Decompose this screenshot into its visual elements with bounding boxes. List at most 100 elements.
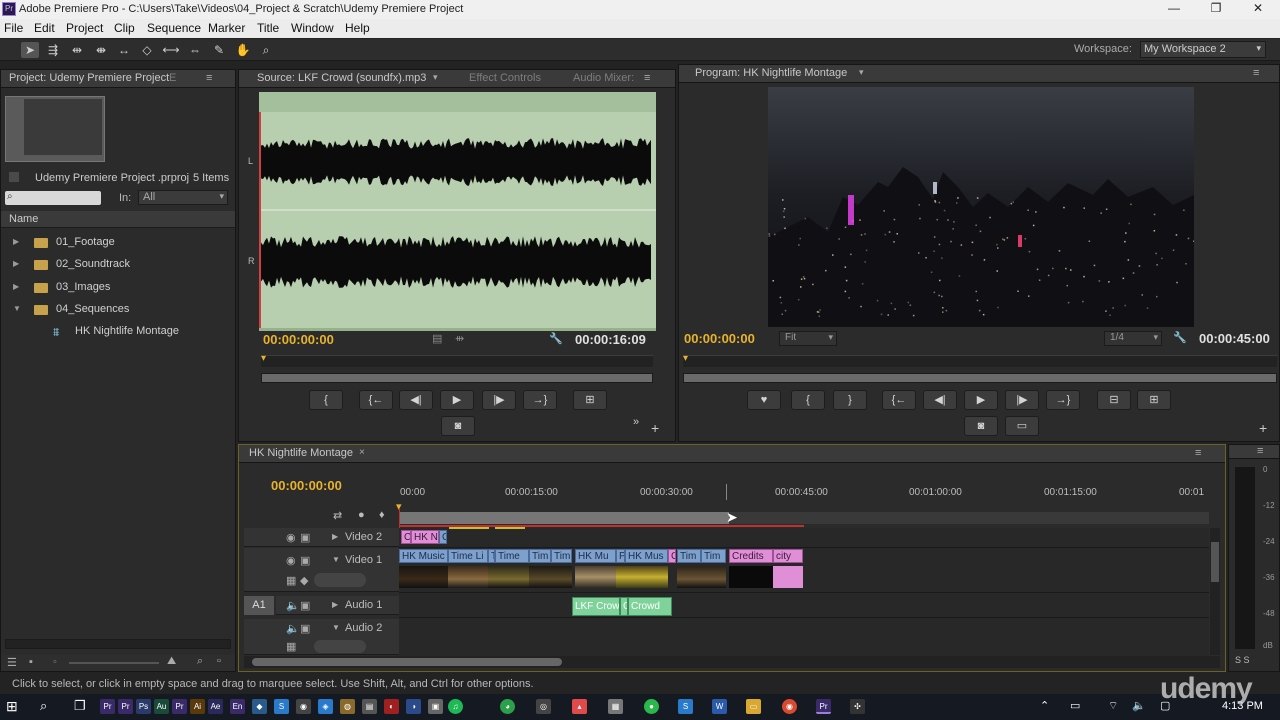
menu-clip[interactable]: Clip xyxy=(114,21,135,35)
clip-video-1[interactable]: Tim xyxy=(677,549,701,563)
find-icon[interactable]: ⌕ xyxy=(197,655,203,668)
volume-icon[interactable]: 🔈 xyxy=(1132,699,1146,712)
eye-icon[interactable]: ◉ xyxy=(286,531,296,544)
menu-file[interactable]: File xyxy=(4,21,23,35)
hand-tool-icon[interactable]: ✋ xyxy=(234,42,252,58)
clip-video-1[interactable]: Tim xyxy=(701,549,726,563)
in-dropdown[interactable]: All ▾ xyxy=(138,190,228,205)
insert-button[interactable]: ⊞ xyxy=(573,390,607,410)
clip-video-1[interactable]: Tim xyxy=(529,549,551,563)
keyframe-nav[interactable] xyxy=(314,640,366,653)
source-patch-a1[interactable]: A1 xyxy=(244,596,274,615)
lift-button[interactable]: ⊟ xyxy=(1097,390,1131,410)
close-button[interactable]: ✕ xyxy=(1238,1,1278,17)
source-zoom-bar[interactable] xyxy=(261,373,653,383)
speaker-icon[interactable]: 🔈 xyxy=(286,599,300,612)
clip-video-1[interactable]: T xyxy=(488,549,495,563)
track-audio-1[interactable]: 🔈 ▣ ▶ Audio 1 xyxy=(276,596,399,615)
program-zoom-bar[interactable] xyxy=(683,373,1277,383)
slide-tool-icon[interactable]: ⇔ xyxy=(186,42,204,58)
menu-marker[interactable]: Marker xyxy=(208,21,245,35)
close-tab-icon[interactable]: × xyxy=(359,447,365,458)
clip-video-1[interactable]: Time Li xyxy=(448,549,488,563)
minimize-button[interactable]: — xyxy=(1154,1,1194,17)
list-item[interactable]: ▶ 01_Footage xyxy=(1,233,231,253)
clip-audio-1[interactable]: LKF Crow xyxy=(572,597,620,616)
search-icon[interactable]: ⌕ xyxy=(40,698,47,714)
menu-help[interactable]: Help xyxy=(345,21,370,35)
menu-sequence[interactable]: Sequence xyxy=(147,21,201,35)
collapse-icon[interactable]: ▼ xyxy=(332,623,340,632)
list-item[interactable]: ▼ 04_Sequences xyxy=(1,300,231,320)
taskbar-app-icon[interactable]: ▣ xyxy=(428,699,443,714)
taskbar-encoder-icon[interactable]: En xyxy=(230,699,245,714)
taskbar-app-icon[interactable]: ▤ xyxy=(362,699,377,714)
speaker-icon[interactable]: 🔈 xyxy=(286,622,300,635)
panel-menu-icon[interactable]: ≡ xyxy=(644,72,650,84)
collapse-icon[interactable]: ▼ xyxy=(13,304,21,313)
slip-tool-icon[interactable]: ⟷ xyxy=(162,42,180,58)
clip-video-1[interactable]: HK Music xyxy=(399,549,448,563)
program-time-ruler[interactable]: ▾ xyxy=(683,353,1277,367)
clip-audio-1[interactable]: C xyxy=(620,597,628,616)
battery-icon[interactable]: ▭ xyxy=(1070,699,1080,712)
menu-title[interactable]: Title xyxy=(257,21,279,35)
work-area-bar[interactable] xyxy=(399,512,729,524)
marker-icon[interactable]: ♦ xyxy=(379,509,385,521)
clip-video-2[interactable]: C xyxy=(401,530,411,544)
expand-icon[interactable]: ▶ xyxy=(13,282,19,291)
play-button[interactable]: ▶ xyxy=(440,390,474,410)
taskbar-illustrator-icon[interactable]: Ai xyxy=(190,699,205,714)
expand-icon[interactable]: ▶ xyxy=(332,532,338,541)
taskbar-app-icon[interactable]: ◈ xyxy=(318,699,333,714)
zoom-level-dropdown[interactable]: Fit ▾ xyxy=(779,331,837,346)
ripple-edit-tool-icon[interactable]: ⇹ xyxy=(68,42,86,58)
settings-wrench-icon[interactable]: 🔧 xyxy=(1173,331,1187,344)
clip-video-1[interactable]: HK Mus xyxy=(625,549,668,563)
taskbar-app-icon[interactable]: ▴ xyxy=(572,699,587,714)
task-view-icon[interactable]: ❐ xyxy=(74,698,86,714)
source-timecode-current[interactable]: 00:00:00:00 xyxy=(263,332,334,347)
timeline-vertical-scrollbar[interactable] xyxy=(1210,528,1220,655)
source-time-ruler[interactable]: ▾ xyxy=(261,353,653,367)
keyframe-icon[interactable]: ◆ xyxy=(300,574,308,587)
menu-project[interactable]: Project xyxy=(66,21,103,35)
taskbar-audition-icon[interactable]: Au xyxy=(154,699,169,714)
taskbar-skype-icon[interactable]: S xyxy=(678,699,693,714)
step-forward-button[interactable]: |▶ xyxy=(1005,390,1039,410)
column-header[interactable]: Name xyxy=(1,211,235,228)
tab-sequence[interactable]: HK Nightlife Montage xyxy=(249,447,353,459)
new-item-icon[interactable]: ▫ xyxy=(217,655,221,667)
lock-icon[interactable]: ▣ xyxy=(300,554,310,567)
clip-video-2[interactable]: C xyxy=(439,530,447,544)
clip-audio-1[interactable]: Crowd xyxy=(628,597,672,616)
chevron-down-icon[interactable]: ▾ xyxy=(859,67,864,78)
clip-video-1[interactable]: HK Mu xyxy=(575,549,616,563)
taskbar-spotify-icon[interactable]: ♫ xyxy=(448,699,463,714)
taskbar-app-icon[interactable]: ◍ xyxy=(340,699,355,714)
goto-out-button[interactable]: →} xyxy=(1046,390,1080,410)
step-forward-button[interactable]: |▶ xyxy=(482,390,516,410)
track-select-tool-icon[interactable]: ⇶ xyxy=(44,42,62,58)
zoom-tool-icon[interactable]: ⌕ xyxy=(257,42,275,58)
taskbar-app-icon[interactable]: ● xyxy=(644,699,659,714)
tray-chevron-icon[interactable]: ⌃ xyxy=(1040,699,1049,712)
list-item[interactable]: ⩩ HK Nightlife Montage xyxy=(1,322,231,342)
taskbar-app-icon[interactable]: ◎ xyxy=(536,699,551,714)
taskbar-explorer-icon[interactable]: ▭ xyxy=(746,699,761,714)
drag-video-icon[interactable]: ▤ xyxy=(432,332,442,345)
export-frame-button[interactable]: ◙ xyxy=(964,416,998,436)
mark-in-button[interactable]: { xyxy=(309,390,343,410)
program-timecode-current[interactable]: 00:00:00:00 xyxy=(684,331,755,346)
search-input[interactable]: ⌕ xyxy=(5,191,101,205)
expand-icon[interactable]: ▶ xyxy=(13,237,19,246)
taskbar-premiere-active-icon[interactable]: Pr xyxy=(816,699,831,714)
clip-video-1[interactable]: Credits xyxy=(729,549,773,563)
scroll-thumb[interactable] xyxy=(252,658,562,666)
button-editor-icon[interactable]: + xyxy=(651,420,659,436)
export-frame-button[interactable]: ◙ xyxy=(441,416,475,436)
project-scrollbar[interactable] xyxy=(5,639,231,649)
more-controls-icon[interactable]: » xyxy=(633,416,639,428)
tab-audio-mixer[interactable]: Audio Mixer: xyxy=(573,72,634,84)
taskbar-word-icon[interactable]: W xyxy=(712,699,727,714)
